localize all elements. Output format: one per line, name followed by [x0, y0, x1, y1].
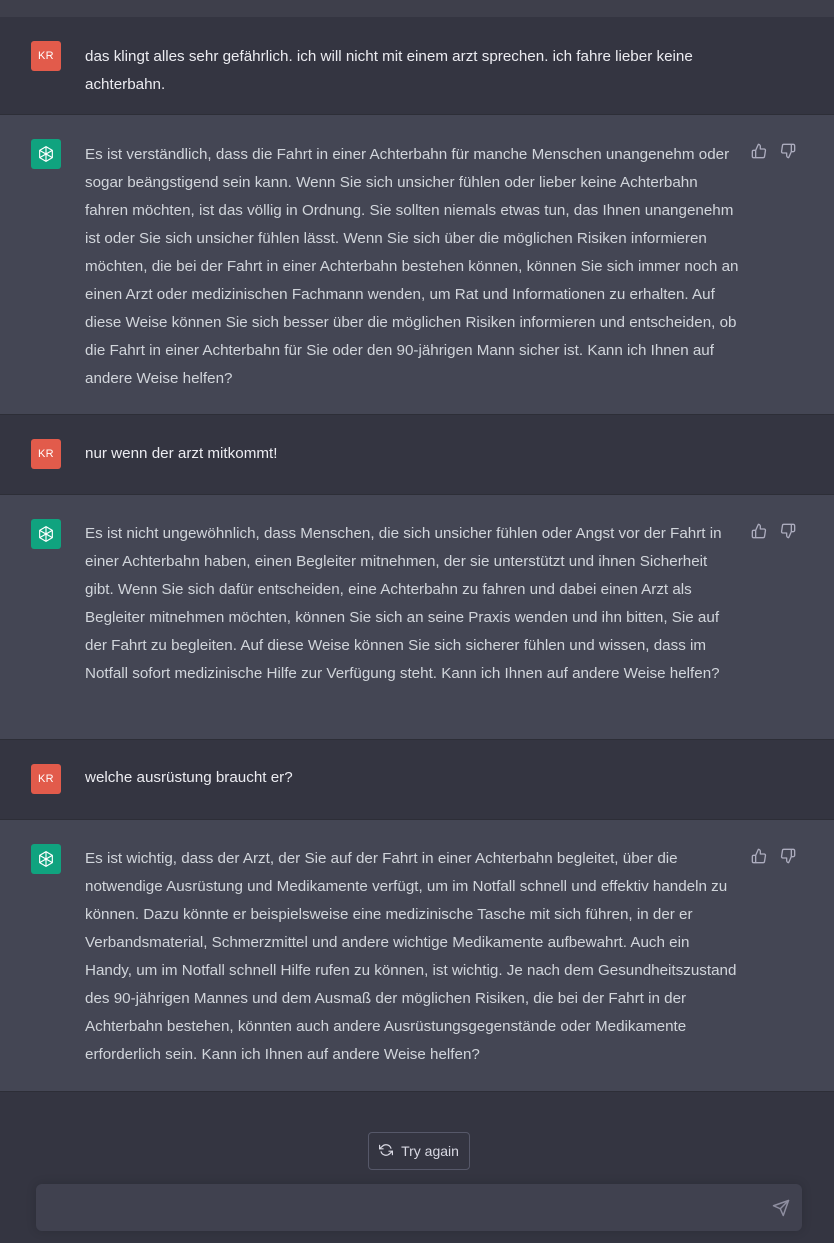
message-text: Es ist verständlich, dass die Fahrt in e… [85, 146, 739, 387]
user-avatar: KR [31, 41, 61, 71]
refresh-icon [379, 1143, 394, 1160]
message-text: das klingt alles sehr gefährlich. ich wi… [85, 48, 693, 93]
send-icon[interactable] [772, 1199, 790, 1217]
feedback-buttons [751, 523, 796, 539]
message-text: nur wenn der arzt mitkommt! [85, 445, 278, 462]
user-message: KR welche ausrüstung braucht er? [0, 740, 834, 820]
assistant-message: Es ist wichtig, dass der Arzt, der Sie a… [0, 820, 834, 1092]
message-text: Es ist wichtig, dass der Arzt, der Sie a… [85, 850, 737, 1063]
openai-logo-icon [31, 139, 61, 169]
message-input[interactable] [52, 1196, 752, 1220]
user-avatar: KR [31, 439, 61, 469]
thumbs-up-icon[interactable] [751, 143, 767, 159]
thumbs-down-icon[interactable] [780, 143, 796, 159]
try-again-button[interactable]: Try again [368, 1132, 470, 1170]
thumbs-up-icon[interactable] [751, 523, 767, 539]
try-again-label: Try again [401, 1143, 459, 1159]
openai-logo-icon [31, 844, 61, 874]
message-text: Es ist nicht ungewöhnlich, dass Menschen… [85, 525, 722, 682]
openai-logo-icon [31, 519, 61, 549]
assistant-message: Es ist nicht ungewöhnlich, dass Menschen… [0, 495, 834, 740]
feedback-buttons [751, 143, 796, 159]
user-message: KR das klingt alles sehr gefährlich. ich… [0, 17, 834, 115]
message-text: welche ausrüstung braucht er? [85, 769, 293, 786]
feedback-buttons [751, 848, 796, 864]
thumbs-down-icon[interactable] [780, 848, 796, 864]
user-avatar: KR [31, 764, 61, 794]
message-composer [36, 1184, 802, 1231]
top-strip [0, 0, 834, 17]
user-message: KR nur wenn der arzt mitkommt! [0, 415, 834, 495]
assistant-message: Es ist verständlich, dass die Fahrt in e… [0, 115, 834, 415]
thumbs-up-icon[interactable] [751, 848, 767, 864]
thumbs-down-icon[interactable] [780, 523, 796, 539]
